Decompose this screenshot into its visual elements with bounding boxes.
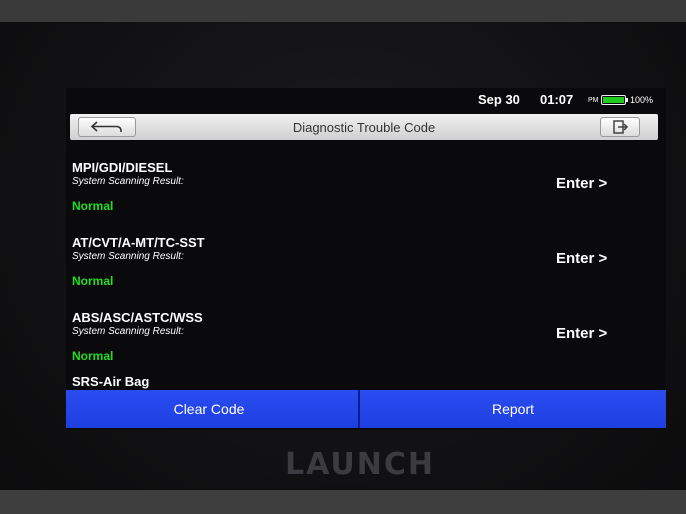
battery-icon: [601, 95, 626, 105]
system-status: Normal: [72, 199, 114, 213]
page-title: Diagnostic Trouble Code: [292, 120, 436, 135]
system-name: SRS-Air Bag: [72, 374, 150, 389]
system-list: MPI/GDI/DIESEL System Scanning Result: N…: [66, 144, 666, 394]
system-name: AT/CVT/A-MT/TC-SST: [72, 235, 205, 250]
battery-fill: [603, 97, 624, 103]
system-result-label: System Scanning Result:: [72, 251, 184, 262]
status-time: 01:07: [540, 92, 574, 107]
system-item[interactable]: ABS/ASC/ASTC/WSS System Scanning Result:…: [66, 294, 666, 369]
status-ampm: PM: [588, 97, 599, 104]
system-item[interactable]: MPI/GDI/DIESEL System Scanning Result: N…: [66, 144, 666, 219]
report-button[interactable]: Report: [360, 390, 666, 428]
brand-logo: LAUNCH: [285, 447, 436, 482]
enter-button[interactable]: Enter >: [556, 250, 607, 267]
clear-code-button[interactable]: Clear Code: [66, 390, 358, 428]
battery-percent: 100%: [630, 95, 654, 105]
exit-door-icon: [613, 120, 629, 134]
device-screen: Sep 30 01:07 PM 100% Diagnostic Trouble …: [66, 88, 666, 430]
system-status: Normal: [72, 274, 114, 288]
device-top-bezel: [0, 0, 686, 22]
enter-button[interactable]: Enter >: [556, 175, 607, 192]
footer-toolbar: Clear Code Report: [66, 390, 666, 428]
battery-tip: [626, 98, 628, 102]
exit-button[interactable]: [600, 117, 640, 137]
device-bottom-bezel: [0, 490, 686, 514]
status-bar: Sep 30 01:07 PM 100%: [66, 88, 666, 112]
system-status: Normal: [72, 349, 114, 363]
status-date: Sep 30: [478, 92, 520, 107]
system-name: MPI/GDI/DIESEL: [72, 160, 173, 175]
enter-button[interactable]: Enter >: [556, 325, 607, 342]
system-item[interactable]: AT/CVT/A-MT/TC-SST System Scanning Resul…: [66, 219, 666, 294]
title-bar: Diagnostic Trouble Code: [70, 114, 658, 140]
system-result-label: System Scanning Result:: [72, 176, 184, 187]
scan-tool-device: Sep 30 01:07 PM 100% Diagnostic Trouble …: [0, 0, 686, 514]
system-name: ABS/ASC/ASTC/WSS: [72, 310, 203, 325]
system-result-label: System Scanning Result:: [72, 326, 184, 337]
